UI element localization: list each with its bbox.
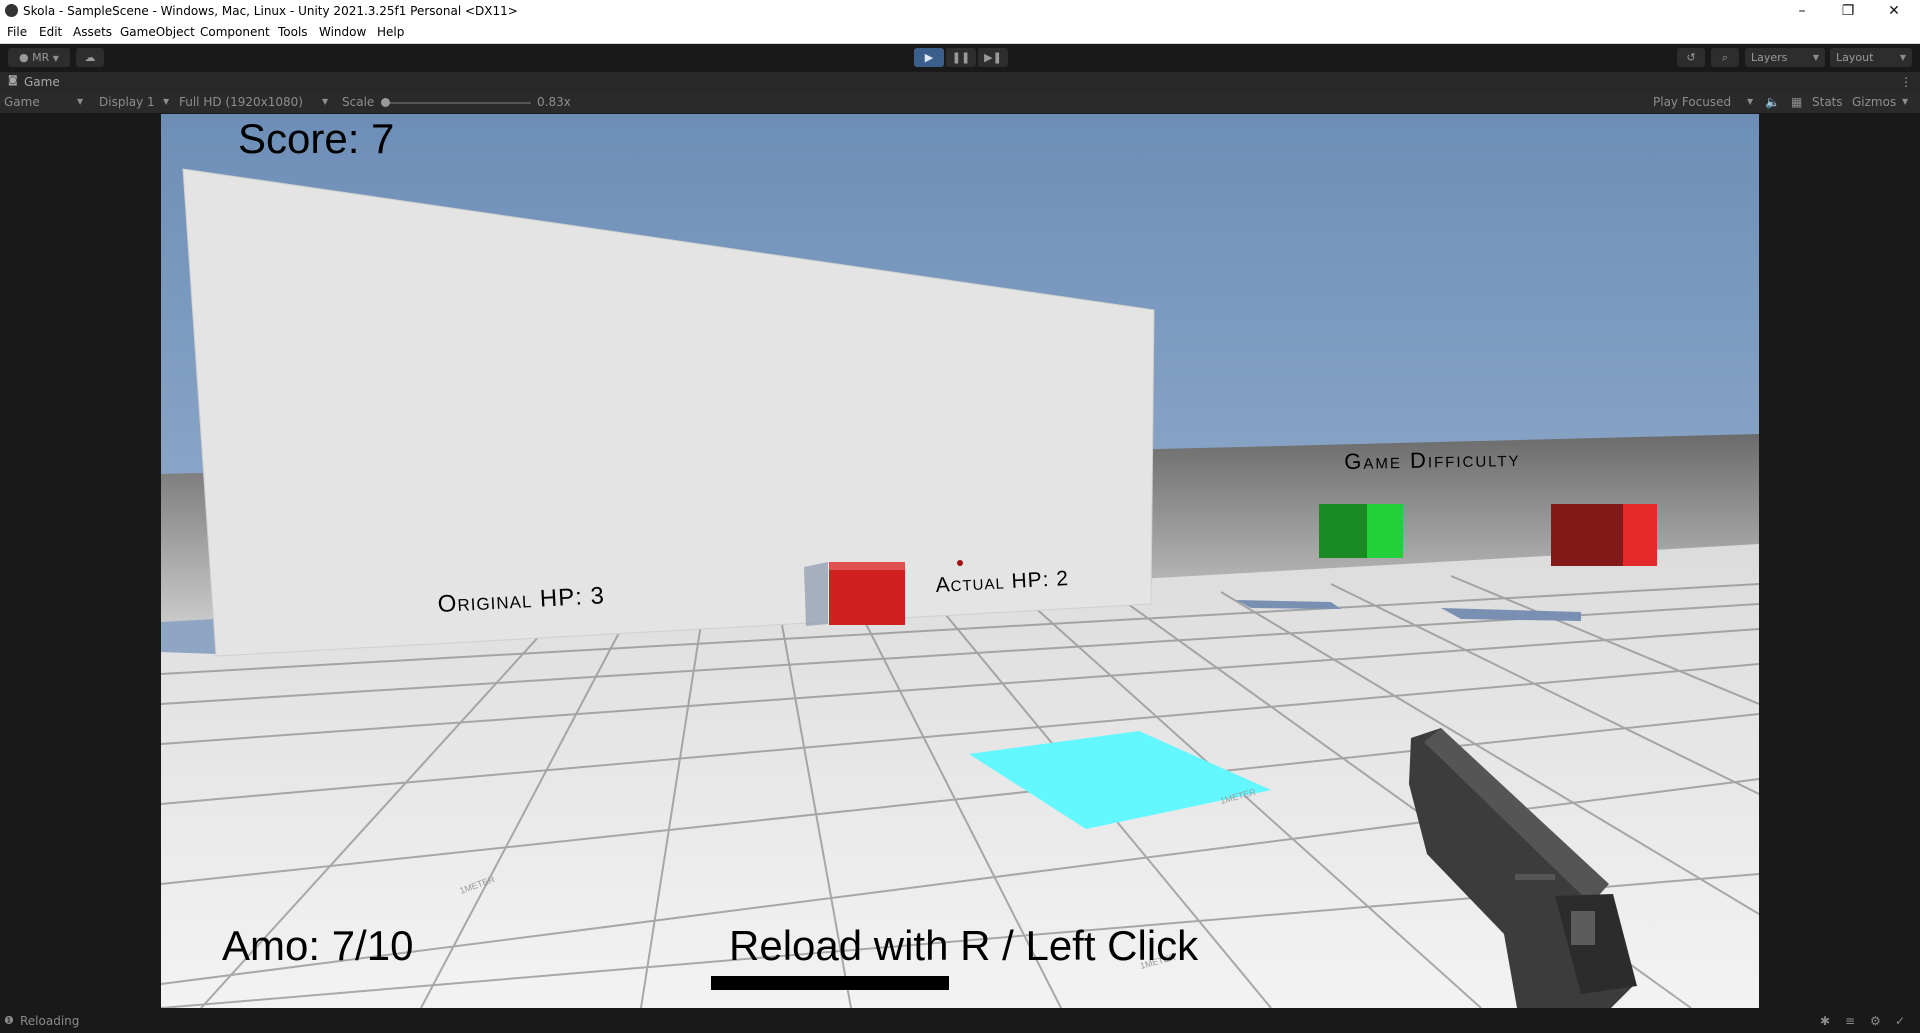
menu-gameobject[interactable]: GameObject [120, 25, 195, 39]
history-button[interactable]: ↺ [1677, 48, 1705, 67]
search-icon: ⌕ [1721, 51, 1729, 64]
info-icon: ❶ [4, 1014, 14, 1027]
mute-audio-icon[interactable]: 🔈 [1765, 95, 1780, 109]
view-tab-bar: ◙ Game ⋮ [0, 72, 1920, 92]
gamepad-icon: ◙ [8, 75, 18, 86]
scale-slider-track[interactable] [381, 98, 531, 107]
reload-hint: Reload with R / Left Click [729, 922, 1199, 969]
hard-difficulty-cube[interactable] [1623, 504, 1657, 566]
title-bar: Skola - SampleScene - Windows, Mac, Linu… [0, 0, 1920, 22]
menu-file[interactable]: File [7, 25, 27, 39]
gizmos-toggle[interactable]: Gizmos [1852, 95, 1896, 109]
layout-dropdown[interactable]: Layout ▼ [1830, 48, 1912, 67]
unity-logo-icon [5, 4, 18, 17]
menu-bar: File Edit Assets GameObject Component To… [0, 22, 1920, 44]
easy-cube-side [1319, 504, 1367, 558]
hard-cube-side [1551, 504, 1623, 566]
close-button[interactable]: ✕ [1872, 0, 1916, 22]
game-scene: 1METER 1METER 1METER [161, 114, 1759, 1008]
layers-label: Layers [1751, 51, 1788, 64]
play-button[interactable]: ▶ [914, 48, 944, 67]
window-title: Skola - SampleScene - Windows, Mac, Linu… [23, 4, 518, 18]
stats-toggle[interactable]: Stats [1812, 95, 1843, 109]
scale-value: 0.83x [537, 95, 571, 109]
main-toolbar: ● MR ▼ ☁ ▶ ❚❚ ▶❚ ↺ ⌕ Layers ▼ Layout ▼ [0, 44, 1920, 71]
scale-label: Scale [342, 95, 375, 109]
easy-difficulty-cube[interactable] [1367, 504, 1403, 558]
chevron-down-icon: ▼ [1899, 53, 1906, 62]
resolution-dropdown[interactable]: Full HD (1920x1080) [179, 95, 303, 109]
menu-edit[interactable]: Edit [39, 25, 62, 39]
bug-icon[interactable]: ✱ [1820, 1014, 1830, 1028]
account-icon: ● [19, 51, 29, 64]
reload-progress-bar [711, 976, 1371, 990]
target-shadow [804, 562, 828, 626]
chevron-down-icon: ▼ [77, 97, 84, 106]
game-difficulty-label: Game Difficulty [1344, 445, 1521, 474]
stats-grid-icon[interactable]: ▦ [1791, 95, 1802, 109]
more-options-icon[interactable]: ⋮ [1900, 75, 1912, 89]
game-view[interactable]: 1METER 1METER 1METER Score: 7 Amo: 7/10 … [161, 114, 1759, 1008]
pause-button[interactable]: ❚❚ [946, 48, 976, 67]
chevron-down-icon: ▼ [52, 54, 59, 63]
cloud-button[interactable]: ☁ [76, 48, 104, 67]
reload-progress-fill [711, 976, 949, 990]
step-button[interactable]: ▶❚ [978, 48, 1008, 67]
score-label: Score: 7 [238, 115, 395, 162]
scale-slider-handle[interactable] [381, 98, 390, 107]
wall-shadow [161, 619, 216, 654]
menu-window[interactable]: Window [319, 25, 366, 39]
account-label: MR [32, 51, 50, 64]
play-focused-dropdown[interactable]: Play Focused [1653, 95, 1731, 109]
search-button[interactable]: ⌕ [1711, 48, 1739, 67]
game-view-toolbar: Game ▼ Display 1 ▼ Full HD (1920x1080) ▼… [0, 92, 1920, 114]
chevron-down-icon: ▼ [1747, 97, 1754, 106]
layers-icon[interactable]: ≡ [1845, 1014, 1855, 1028]
maximize-button[interactable]: ❐ [1826, 0, 1870, 22]
status-text: Reloading [20, 1014, 80, 1028]
crosshair-dot [957, 560, 963, 566]
check-icon[interactable]: ✓ [1895, 1014, 1905, 1028]
chevron-down-icon: ▼ [322, 97, 329, 106]
menu-component[interactable]: Component [200, 25, 270, 39]
target-cube[interactable] [829, 562, 905, 625]
cloud-icon: ☁ [84, 51, 96, 64]
layers-dropdown[interactable]: Layers ▼ [1745, 48, 1825, 67]
chevron-down-icon: ▼ [1902, 97, 1909, 106]
target-cube-top [829, 562, 905, 570]
display-dropdown[interactable]: Display 1 [99, 95, 155, 109]
account-dropdown[interactable]: ● MR ▼ [8, 48, 70, 67]
minimize-button[interactable]: – [1780, 0, 1824, 22]
tab-game[interactable]: Game [24, 75, 60, 89]
view-mode-dropdown[interactable]: Game [4, 95, 40, 109]
menu-assets[interactable]: Assets [73, 25, 112, 39]
status-bar: ❶ Reloading ✱ ≡ ⚙ ✓ [0, 1010, 1920, 1033]
layout-label: Layout [1836, 51, 1874, 64]
menu-tools[interactable]: Tools [278, 25, 308, 39]
chevron-down-icon: ▼ [1812, 53, 1819, 62]
history-icon: ↺ [1686, 51, 1696, 64]
settings-icon[interactable]: ⚙ [1870, 1014, 1881, 1028]
ammo-counter: Amo: 7/10 [222, 922, 414, 969]
chevron-down-icon: ▼ [163, 97, 170, 106]
menu-help[interactable]: Help [377, 25, 404, 39]
